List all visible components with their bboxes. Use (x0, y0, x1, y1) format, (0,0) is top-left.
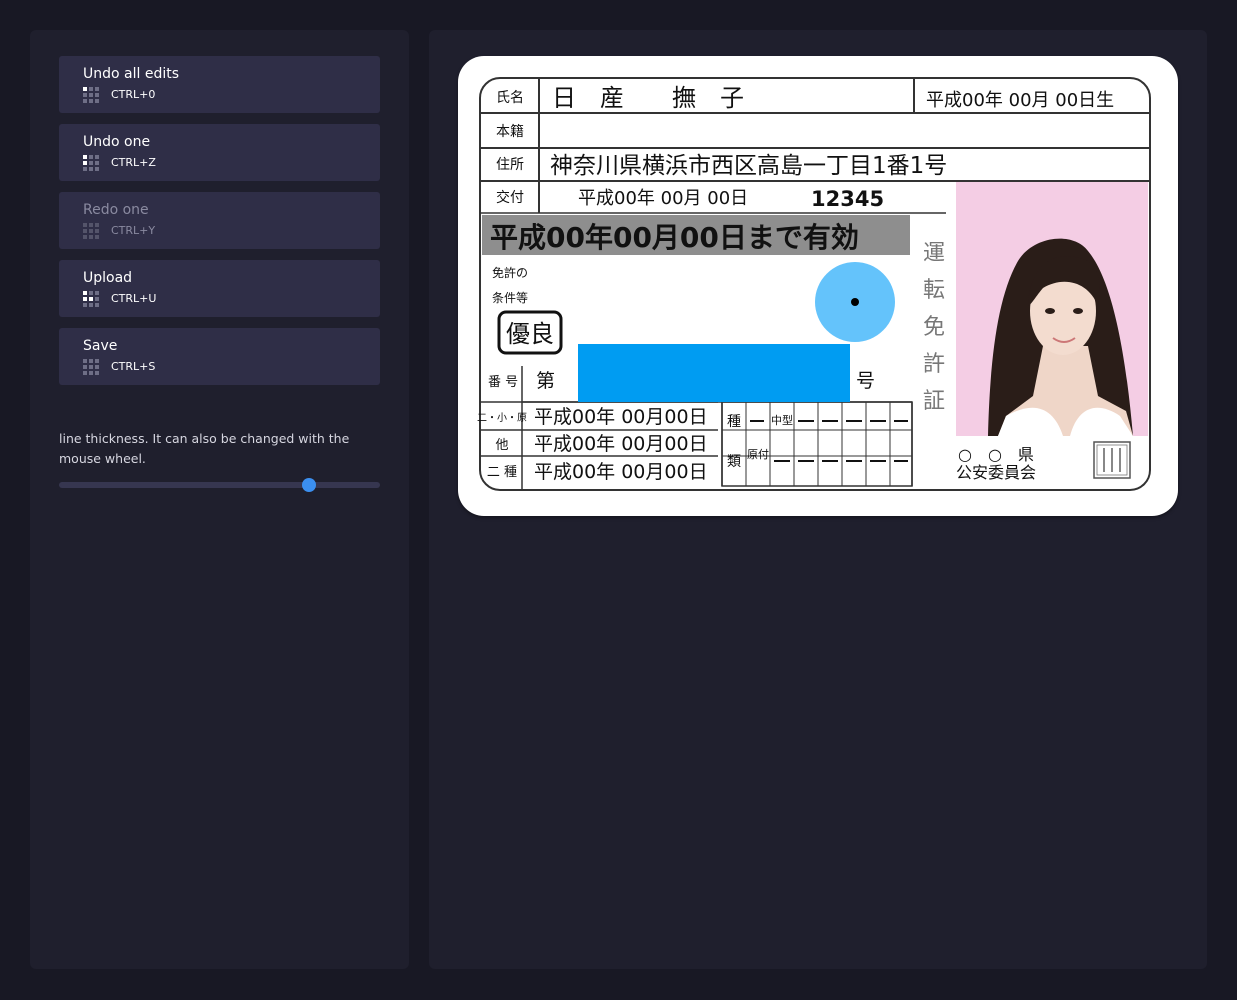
card-name-value: 日 産 撫 子 (552, 84, 744, 112)
undo-all-label: Undo all edits (83, 66, 180, 82)
redaction-rectangle[interactable] (578, 344, 850, 402)
card-row-date-1: 平成00年 00月00日 (534, 406, 708, 428)
card-type-label-2: 類 (727, 454, 741, 470)
card-issue-date: 平成00年 00月 00日 (578, 188, 748, 209)
card-row-label-2: 他 (495, 438, 508, 453)
card-address-value: 神奈川県横浜市西区高島一丁目1番1号 (550, 153, 947, 179)
card-number-suffix: 号 (856, 370, 875, 392)
type-dashes (750, 420, 908, 462)
thickness-slider[interactable] (59, 478, 380, 492)
save-label: Save (83, 338, 118, 354)
card-title-char: 転 (923, 278, 945, 303)
thickness-help-text: line thickness. It can also be changed w… (59, 431, 350, 466)
card-conditions-label-1: 免許の (492, 265, 528, 280)
license-card-image[interactable]: 氏名 日 産 撫 子 平成00年 00月 00日生 本籍 住所 神奈川県横浜市西… (458, 56, 1178, 516)
shortcut-grid-icon (83, 359, 99, 375)
undo-all-shortcut-text: CTRL+0 (111, 88, 156, 101)
shortcut-grid-icon (83, 87, 99, 103)
undo-one-label: Undo one (83, 134, 151, 150)
redo-one-label: Redo one (83, 202, 149, 218)
card-birth-date: 平成00年 00月 00日生 (926, 90, 1114, 111)
card-title-char: 運 (923, 241, 945, 266)
card-badge: 優良 (506, 320, 554, 348)
card-name-label: 氏名 (496, 90, 524, 106)
card-issuer-line2: 公安委員会 (956, 463, 1036, 482)
card-title-char: 許 (923, 352, 945, 377)
card-row-label-3: 二 種 (487, 464, 517, 480)
card-issuer-line1: ○ ○ 県 (958, 445, 1034, 464)
upload-shortcut-text: CTRL+U (111, 292, 157, 305)
card-issue-label: 交付 (496, 189, 524, 206)
thickness-slider-thumb[interactable] (302, 478, 317, 492)
shortcut-grid-icon (83, 223, 99, 239)
save-shortcut-text: CTRL+S (111, 360, 156, 373)
card-original: 原付 (747, 448, 769, 461)
card-title-char: 免 (923, 315, 945, 340)
issuer-seal (1093, 441, 1131, 479)
redo-one-button[interactable]: Redo one CTRL+Y (59, 192, 380, 249)
card-conditions-label-2: 条件等 (492, 291, 528, 305)
upload-button[interactable]: Upload CTRL+U (59, 260, 380, 317)
upload-shortcut: CTRL+U (83, 291, 380, 307)
card-domicile-label: 本籍 (496, 123, 524, 140)
redo-one-shortcut: CTRL+Y (83, 223, 380, 239)
shortcut-grid-icon (83, 291, 99, 307)
undo-one-shortcut-text: CTRL+Z (111, 156, 156, 169)
card-row-label-1: 二・小・原 (477, 412, 527, 424)
undo-one-button[interactable]: Undo one CTRL+Z (59, 124, 380, 181)
card-row-date-3: 平成00年 00月00日 (534, 461, 708, 483)
card-issue-number: 12345 (811, 187, 884, 211)
card-row-date-2: 平成00年 00月00日 (534, 433, 708, 455)
card-type-label-1: 種 (727, 414, 741, 430)
card-title-vertical: 運 転 免 許 証 (923, 241, 945, 414)
canvas-panel: 氏名 日 産 撫 子 平成00年 00月 00日生 本籍 住所 神奈川県横浜市西… (429, 30, 1207, 969)
save-shortcut: CTRL+S (83, 359, 380, 375)
card-expiry: 平成00年00月00日まで有効 (490, 221, 859, 254)
undo-one-shortcut: CTRL+Z (83, 155, 380, 171)
card-title-char: 証 (923, 389, 945, 414)
card-number-prefix: 第 (536, 370, 555, 392)
redo-one-shortcut-text: CTRL+Y (111, 224, 156, 237)
undo-all-shortcut: CTRL+0 (83, 87, 380, 103)
undo-all-button[interactable]: Undo all edits CTRL+0 (59, 56, 380, 113)
upload-label: Upload (83, 270, 133, 286)
save-button[interactable]: Save CTRL+S (59, 328, 380, 385)
brush-cursor-center (851, 298, 859, 306)
shortcut-grid-icon (83, 155, 99, 171)
left-panel: Undo all edits CTRL+0 Undo one CTRL+Z Re… (30, 30, 409, 969)
card-address-label: 住所 (496, 157, 524, 173)
card-number-label: 番 号 (488, 375, 518, 390)
card-middle-type: 中型 (771, 413, 793, 427)
